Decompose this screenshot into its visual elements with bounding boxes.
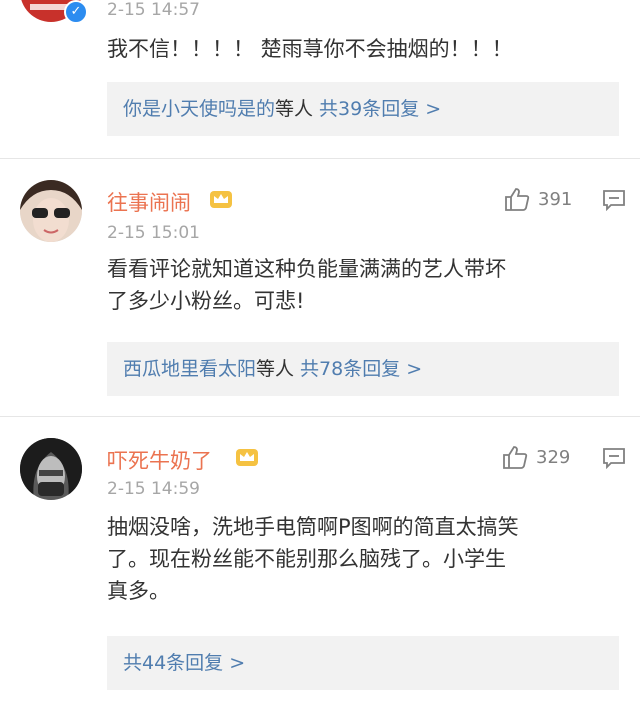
crown-icon	[236, 449, 258, 466]
avatar[interactable]	[20, 180, 82, 242]
reply-others: 等人	[275, 98, 314, 120]
comment-time: 2-15 14:59	[107, 479, 200, 499]
like-count: 329	[536, 446, 571, 468]
comment-text-line: 看看评论就知道这种负能量满满的艺人带坏	[107, 257, 506, 281]
reply-names[interactable]: 你是小天使吗是的	[123, 98, 275, 120]
reply-others: 等人	[256, 358, 295, 380]
replies-box[interactable]: 共44条回复 >	[107, 636, 619, 690]
reply-count[interactable]: 共78条回复 >	[300, 358, 422, 380]
comment-item: 吓死牛奶了 329 2-15 14:59 抽烟没啥，洗地手电筒啊P图啊的简直太搞…	[0, 417, 640, 711]
comment-text-line: 了多少小粉丝。可悲!	[107, 289, 305, 313]
crown-icon	[210, 191, 232, 208]
comment-button[interactable]	[602, 189, 626, 211]
comment-icon	[603, 190, 625, 211]
avatar-image	[20, 438, 82, 500]
username[interactable]: 吓死牛奶了	[107, 445, 212, 475]
reply-names[interactable]: 西瓜地里看太阳	[123, 358, 256, 380]
comment-text: 抽烟没啥，洗地手电筒啊P图啊的简直太搞笑 了。现在粉丝能不能别那么脑残了。小学生…	[107, 511, 617, 607]
replies-box[interactable]: 你是小天使吗是的等人 共39条回复 >	[107, 82, 619, 136]
avatar-image	[20, 180, 82, 242]
comment-time: 2-15 15:01	[107, 223, 200, 243]
thumb-up-icon	[503, 446, 528, 469]
comment-item: 往事闹闹 391 2-15 15:01 看看评论就知道这种负能量满满的艺人带坏 …	[0, 159, 640, 415]
comment-icon	[603, 448, 625, 469]
comment-button[interactable]	[602, 447, 626, 469]
reply-count[interactable]: 共44条回复 >	[123, 652, 245, 674]
like-button[interactable]: 391	[504, 187, 572, 211]
username[interactable]: 往事闹闹	[107, 187, 191, 217]
like-count: 391	[538, 188, 573, 210]
avatar[interactable]	[20, 438, 82, 500]
reply-count[interactable]: 共39条回复 >	[319, 98, 441, 120]
verified-badge-icon: ✓	[64, 0, 88, 24]
comment-time: 2-15 14:57	[107, 0, 200, 20]
comment-text: 我不信！！！！ 楚雨荨你不会抽烟的！！！	[107, 37, 513, 61]
comment-item: ✓ 2-15 14:57 我不信！！！！ 楚雨荨你不会抽烟的！！！ 你是小天使吗…	[0, 0, 640, 158]
comment-text: 看看评论就知道这种负能量满满的艺人带坏 了多少小粉丝。可悲!	[107, 253, 617, 317]
thumb-up-icon	[505, 188, 530, 211]
comment-text-line: 抽烟没啥，洗地手电筒啊P图啊的简直太搞笑	[107, 515, 519, 539]
comment-text-line: 真多。	[107, 579, 170, 603]
replies-box[interactable]: 西瓜地里看太阳等人 共78条回复 >	[107, 342, 619, 396]
comment-text-line: 了。现在粉丝能不能别那么脑残了。小学生	[107, 547, 506, 571]
like-button[interactable]: 329	[502, 445, 570, 469]
